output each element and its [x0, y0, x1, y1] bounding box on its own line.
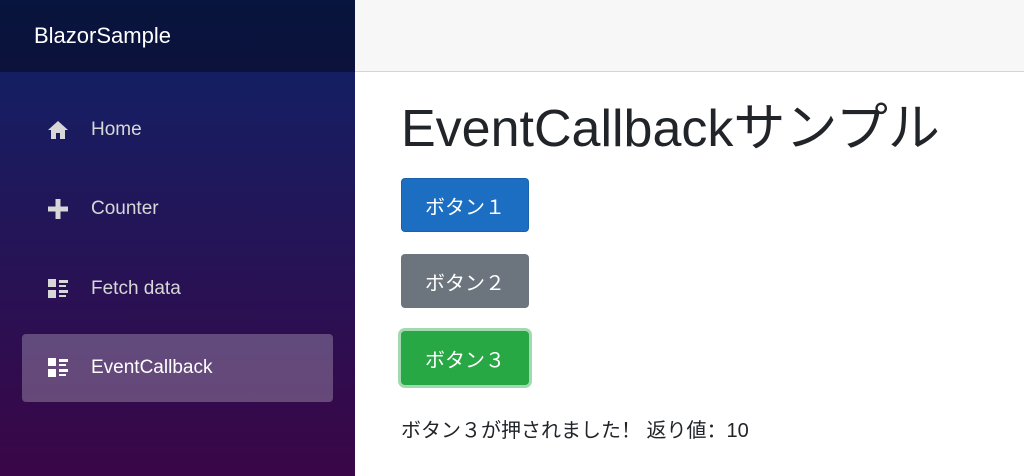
sidebar: BlazorSample Home Counter Fetch data Eve…	[0, 0, 355, 476]
button-3[interactable]: ボタン３	[401, 331, 529, 385]
sidebar-item-label: Home	[91, 119, 142, 140]
sidebar-item-fetch-data[interactable]: Fetch data	[22, 255, 333, 323]
sidebar-item-label: Fetch data	[91, 278, 181, 299]
sidebar-item-label: Counter	[91, 198, 159, 219]
result-message: ボタン３が押されました！ 返り値：10	[401, 420, 749, 442]
home-icon	[46, 118, 70, 142]
page-title: EventCallbackサンプル	[401, 100, 940, 158]
top-row	[355, 0, 1024, 72]
main-area: EventCallbackサンプル ボタン１ ボタン２ ボタン３ ボタン３が押さ…	[355, 0, 1024, 476]
app-root: BlazorSample Home Counter Fetch data Eve…	[0, 0, 1024, 476]
sidebar-item-eventcallback[interactable]: EventCallback	[22, 334, 333, 402]
button-2[interactable]: ボタン２	[401, 254, 529, 308]
plus-icon	[46, 197, 70, 221]
sidebar-item-counter[interactable]: Counter	[22, 175, 333, 243]
brand-bar: BlazorSample	[0, 0, 355, 72]
list-rich-icon	[46, 356, 70, 380]
list-rich-icon	[46, 277, 70, 301]
button-1[interactable]: ボタン１	[401, 178, 529, 232]
brand-link[interactable]: BlazorSample	[34, 23, 171, 49]
sidebar-item-home[interactable]: Home	[22, 96, 333, 164]
sidebar-item-label: EventCallback	[91, 357, 213, 378]
